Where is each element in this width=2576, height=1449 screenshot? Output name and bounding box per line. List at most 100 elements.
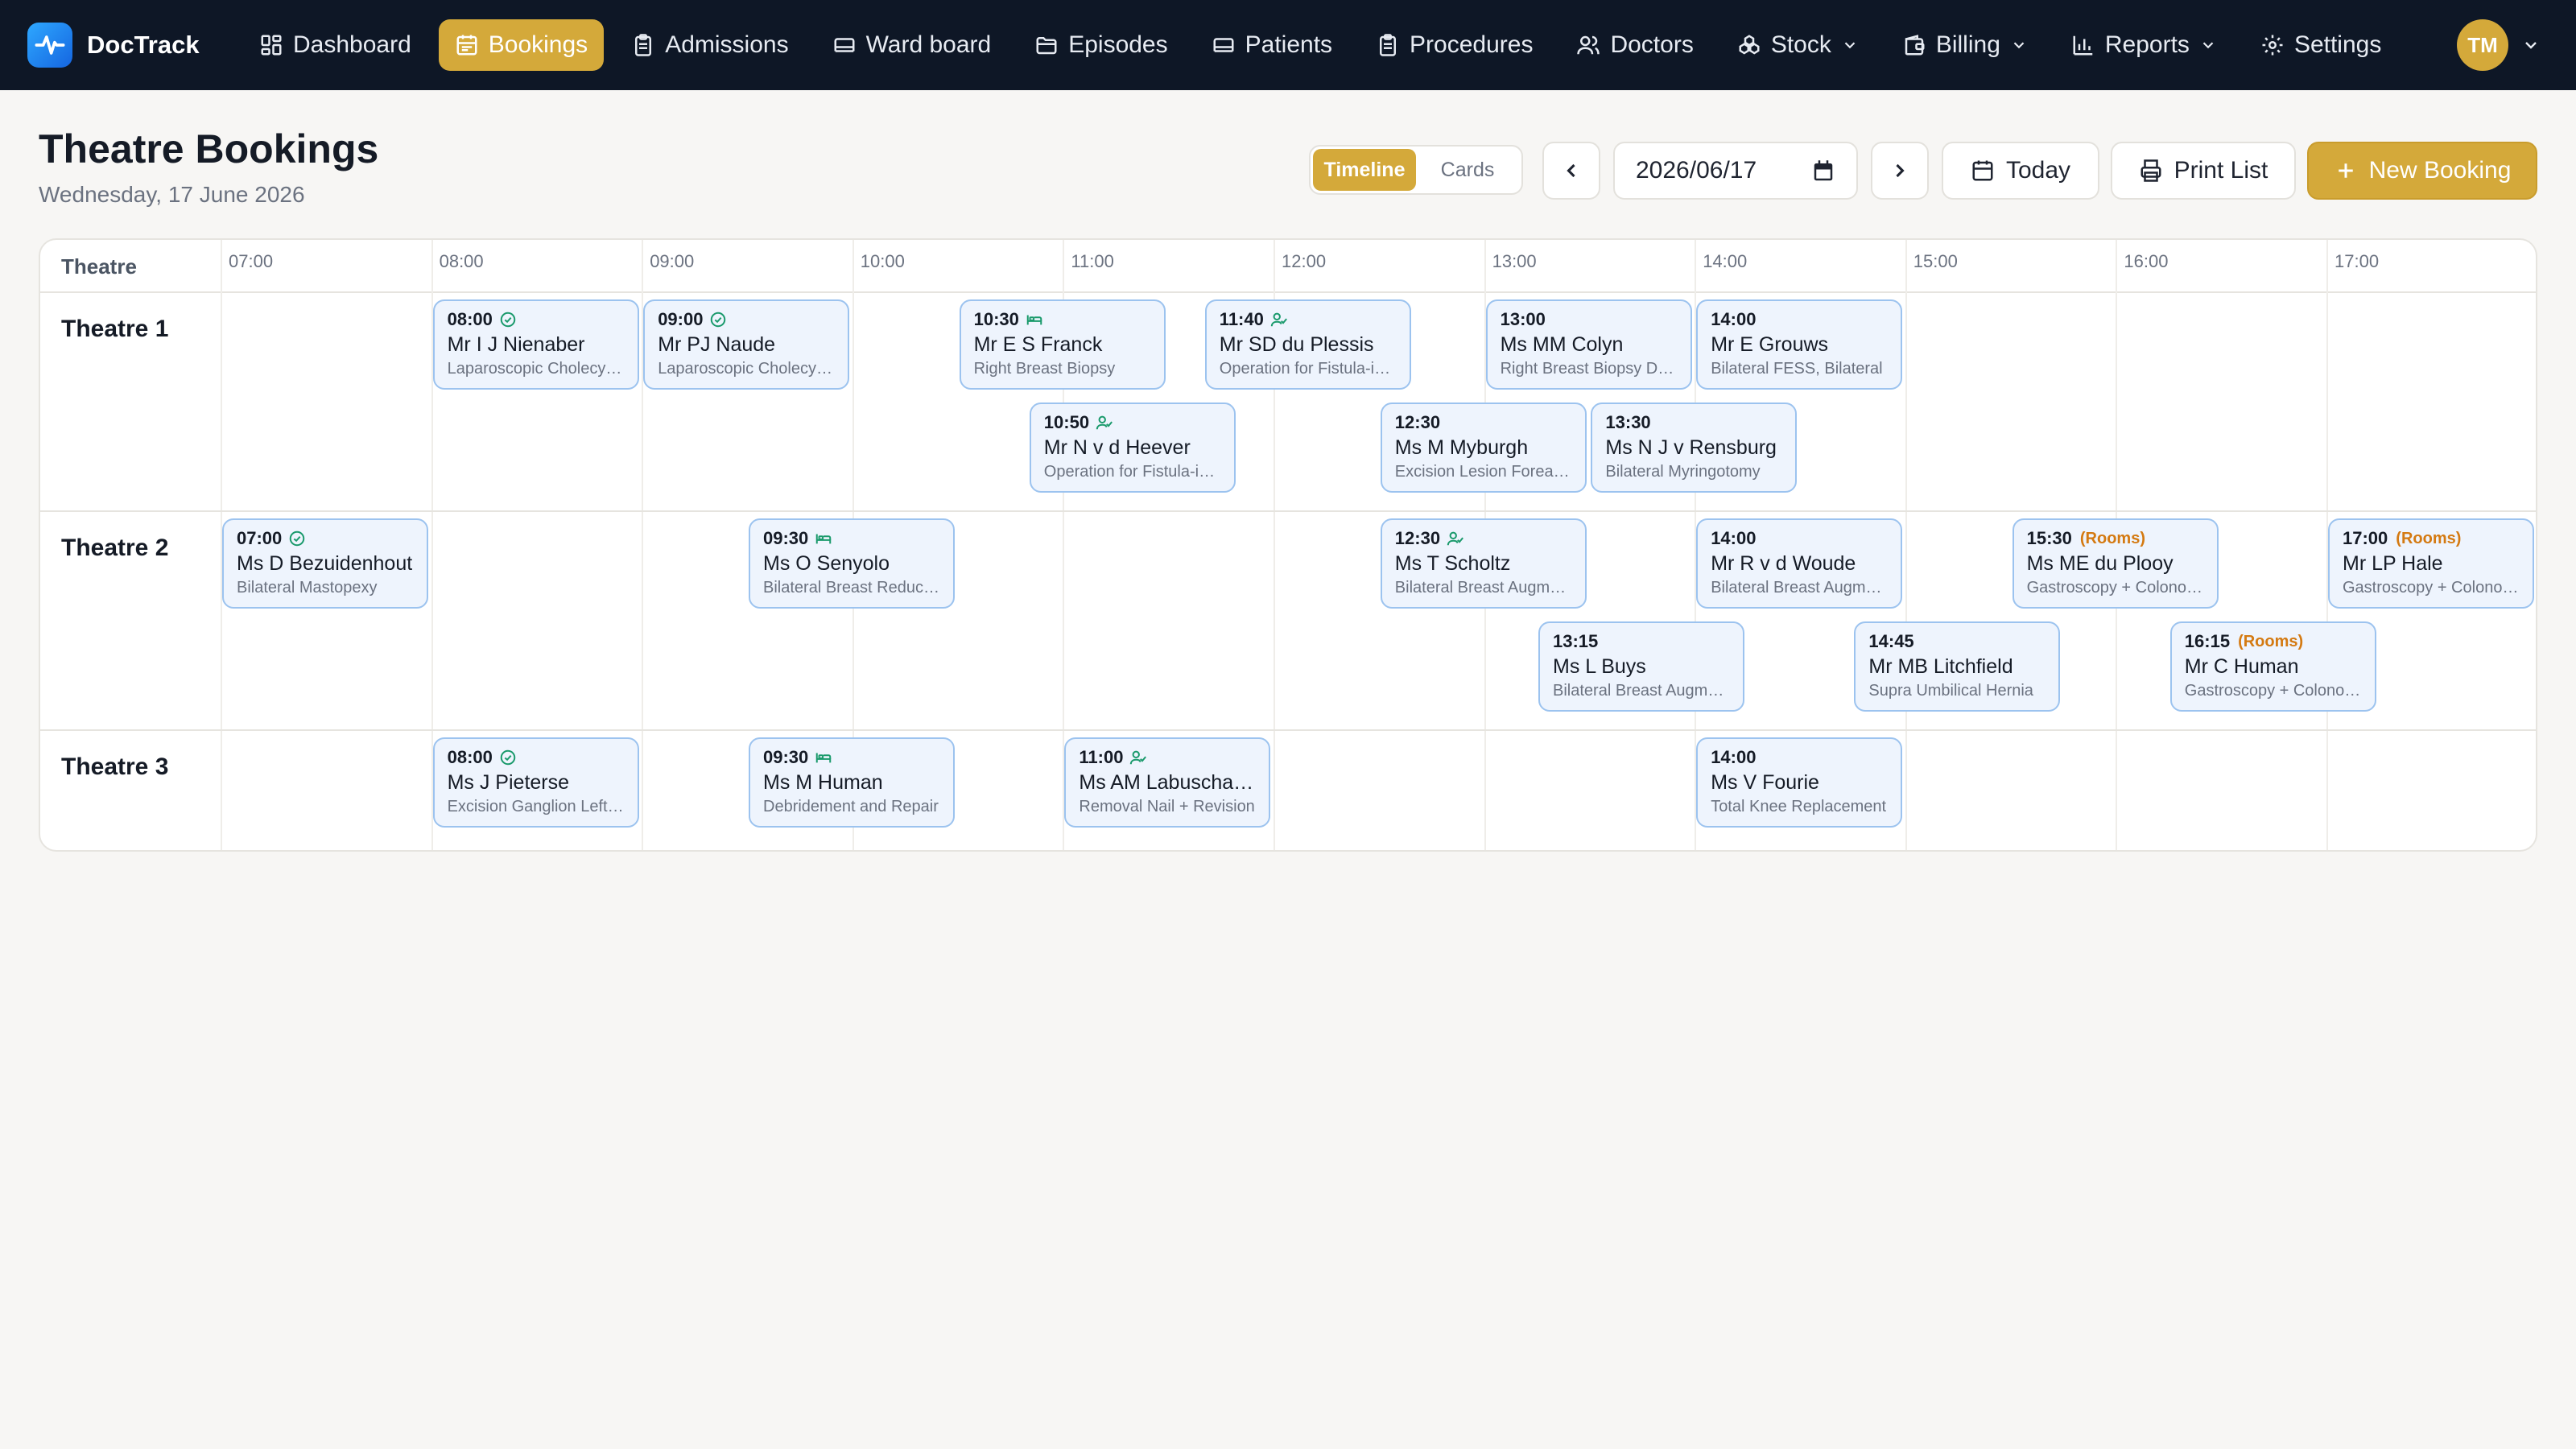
booking-card[interactable]: 10:30 Mr E S Franck Right Breast Biopsy	[959, 299, 1166, 390]
booking-card[interactable]: 07:00 Ms D Bezuidenhout Bilateral Mastopex…	[222, 518, 428, 609]
patient-name: Ms J Pieterse	[447, 771, 570, 794]
nav-item-admissions[interactable]: Admissions	[615, 19, 804, 71]
hour-label: 13:00	[1492, 251, 1537, 271]
booking-card[interactable]: 13:30 Ms N J v Rensburg Bilateral Myringot…	[1591, 402, 1798, 493]
nav-item-patients[interactable]: Patients	[1195, 19, 1348, 71]
booking-card[interactable]: 11:00 Ms AM Labuschagne Removal Nail + Rev…	[1064, 737, 1271, 828]
booking-card[interactable]: 08:00 Ms J Pieterse Excision Ganglion Left…	[432, 737, 639, 828]
procedure-name: Bilateral Breast Augmentation	[1711, 579, 1889, 597]
booking-time-row: 15:30 (Rooms)	[2027, 526, 2204, 551]
nav-item-label: Dashboard	[293, 31, 411, 58]
new-booking-label: New Booking	[2368, 157, 2512, 184]
calendar-icon[interactable]	[1811, 159, 1835, 184]
user-avatar[interactable]: TM	[2457, 19, 2508, 71]
booking-time: 09:00	[658, 309, 704, 329]
timeline-view-button[interactable]: Timeline	[1313, 149, 1416, 191]
booking-card[interactable]: 08:00 Mr I J Nienaber Laparoscopic Cholecy…	[432, 299, 639, 390]
booking-time: 08:00	[447, 309, 493, 329]
booking-time: 11:40	[1219, 309, 1264, 329]
chevron-down-icon[interactable]	[2521, 35, 2541, 55]
brand-name: DocTrack	[87, 31, 200, 59]
cards-view-button[interactable]: Cards	[1416, 149, 1519, 191]
user-check-icon	[1270, 312, 1287, 327]
booking-time: 13:00	[1500, 309, 1546, 329]
theatre-timeline: Theatre 07:00 08:00 09:00 10:00 11:00 12:00 13…	[39, 238, 2537, 852]
booking-card[interactable]: 12:30 Ms M Myburgh Excision Lesion Forearm	[1380, 402, 1587, 493]
patient-name: Mr R v d Woude	[1711, 552, 1856, 575]
booking-card[interactable]: 13:00 Ms MM Colyn Right Breast Biopsy Drai…	[1485, 299, 1692, 390]
print-list-button[interactable]: Print List	[2111, 142, 2296, 200]
booking-card[interactable]: 09:30 Ms O Senyolo Bilateral Breast Reduct…	[749, 518, 955, 609]
brand[interactable]: DocTrack	[27, 23, 200, 68]
procedure-name: Bilateral Breast Augmentation	[1394, 579, 1572, 597]
nav-item-dashboard[interactable]: Dashboard	[243, 19, 427, 71]
procedure-name: Operation for Fistula-in-ano	[1043, 463, 1221, 481]
patient-name: Ms T Scholtz	[1394, 552, 1511, 575]
booking-card[interactable]: 14:00 Mr R v d Woude Bilateral Breast Augm…	[1696, 518, 1903, 609]
previous-day-button[interactable]	[1542, 142, 1600, 200]
booking-time: 07:00	[237, 528, 283, 548]
dashboard-icon	[261, 35, 282, 56]
booking-time-row: 07:00	[237, 526, 414, 551]
booking-time-row: 08:00	[448, 308, 625, 332]
calendar-icon	[456, 35, 477, 56]
booking-time-row: 13:30	[1605, 411, 1782, 435]
rooms-tag: (Rooms)	[2396, 529, 2462, 547]
procedure-name: Bilateral Myringotomy	[1605, 463, 1761, 481]
bed-icon	[816, 534, 832, 544]
booking-card[interactable]: 09:30 Ms M Human Debridement and Repair	[749, 737, 955, 828]
theatre-column-header: Theatre	[61, 254, 137, 279]
booking-time-row: 16:15 (Rooms)	[2185, 630, 2362, 654]
date-input[interactable]: 2026/06/17	[1613, 142, 1858, 200]
booking-card[interactable]: 13:15 Ms L Buys Bilateral Breast Augmentat…	[1538, 621, 1744, 712]
procedure-name: Removal Nail + Revision	[1079, 798, 1255, 815]
nav-item-bookings[interactable]: Bookings	[438, 19, 605, 71]
patient-name: Ms D Bezuidenhout	[237, 552, 413, 575]
hour-label: 09:00	[650, 251, 695, 271]
booking-time: 14:00	[1711, 309, 1757, 329]
theatre-row: Theatre 3 08:00 Ms J Pieterse Excision Gang…	[40, 731, 2536, 847]
booking-card[interactable]: 11:40 Mr SD du Plessis Operation for Fistu…	[1204, 299, 1411, 390]
patient-name: Ms M Myburgh	[1394, 436, 1529, 459]
nav-item-ward-board[interactable]: Ward board	[816, 19, 1008, 71]
nav-item-stock[interactable]: Stock	[1721, 19, 1875, 71]
booking-card[interactable]: 14:00 Mr E Grouws Bilateral FESS, Bilatera…	[1696, 299, 1903, 390]
booking-card[interactable]: 09:00 Mr PJ Naude Laparoscopic Cholecystec…	[643, 299, 850, 390]
nav-item-doctors[interactable]: Doctors	[1560, 19, 1709, 71]
nav-item-label: Admissions	[665, 31, 789, 58]
patient-name: Ms O Senyolo	[763, 552, 890, 575]
users-icon	[1577, 35, 1600, 55]
nav-item-billing[interactable]: Billing	[1886, 19, 2044, 71]
user-check-icon	[1096, 415, 1113, 430]
new-booking-button[interactable]: New Booking	[2307, 142, 2537, 200]
booking-card[interactable]: 14:45 Mr MB Litchfield Supra Umbilical Her…	[1854, 621, 2061, 712]
nav-item-procedures[interactable]: Procedures	[1360, 19, 1549, 71]
today-button[interactable]: Today	[1942, 142, 2099, 200]
hour-label: 17:00	[2334, 251, 2380, 271]
bed-icon	[834, 38, 855, 52]
nav-item-label: Ward board	[865, 31, 992, 58]
booking-time: 14:00	[1711, 528, 1757, 548]
nav-item-reports[interactable]: Reports	[2055, 19, 2233, 71]
booking-card[interactable]: 10:50 Mr N v d Heever Operation for Fistul…	[1029, 402, 1236, 493]
nav-item-episodes[interactable]: Episodes	[1018, 19, 1183, 71]
procedure-name: Laparoscopic Cholecystectomy	[447, 360, 625, 378]
booking-card[interactable]: 16:15 (Rooms) Mr C Human Gastroscopy + Colo…	[2169, 621, 2376, 712]
booking-time-row: 09:00	[658, 308, 835, 332]
booking-card[interactable]: 12:30 Ms T Scholtz Bilateral Breast Augmen…	[1380, 518, 1587, 609]
booking-time: 09:30	[763, 747, 809, 767]
hour-label: 15:00	[1913, 251, 1958, 271]
booking-card[interactable]: 17:00 (Rooms) Mr LP Hale Gastroscopy + Colo…	[2328, 518, 2534, 609]
booking-time: 10:50	[1043, 412, 1090, 432]
booking-time-row: 09:30	[763, 745, 940, 770]
booking-time: 13:30	[1605, 412, 1651, 432]
booking-time-row: 11:00	[1079, 745, 1256, 770]
booking-card[interactable]: 14:00 Ms V Fourie Total Knee Replacement	[1696, 737, 1903, 828]
next-day-button[interactable]	[1871, 142, 1929, 200]
user-check-icon	[1130, 750, 1147, 765]
nav-item-settings[interactable]: Settings	[2244, 19, 2397, 71]
procedure-name: Supra Umbilical Hernia	[1868, 682, 2033, 700]
booking-card[interactable]: 15:30 (Rooms) Ms ME du Plooy Gastroscopy + …	[2012, 518, 2219, 609]
booking-time-row: 08:00	[448, 745, 625, 770]
chevron-down-icon	[2202, 42, 2214, 49]
